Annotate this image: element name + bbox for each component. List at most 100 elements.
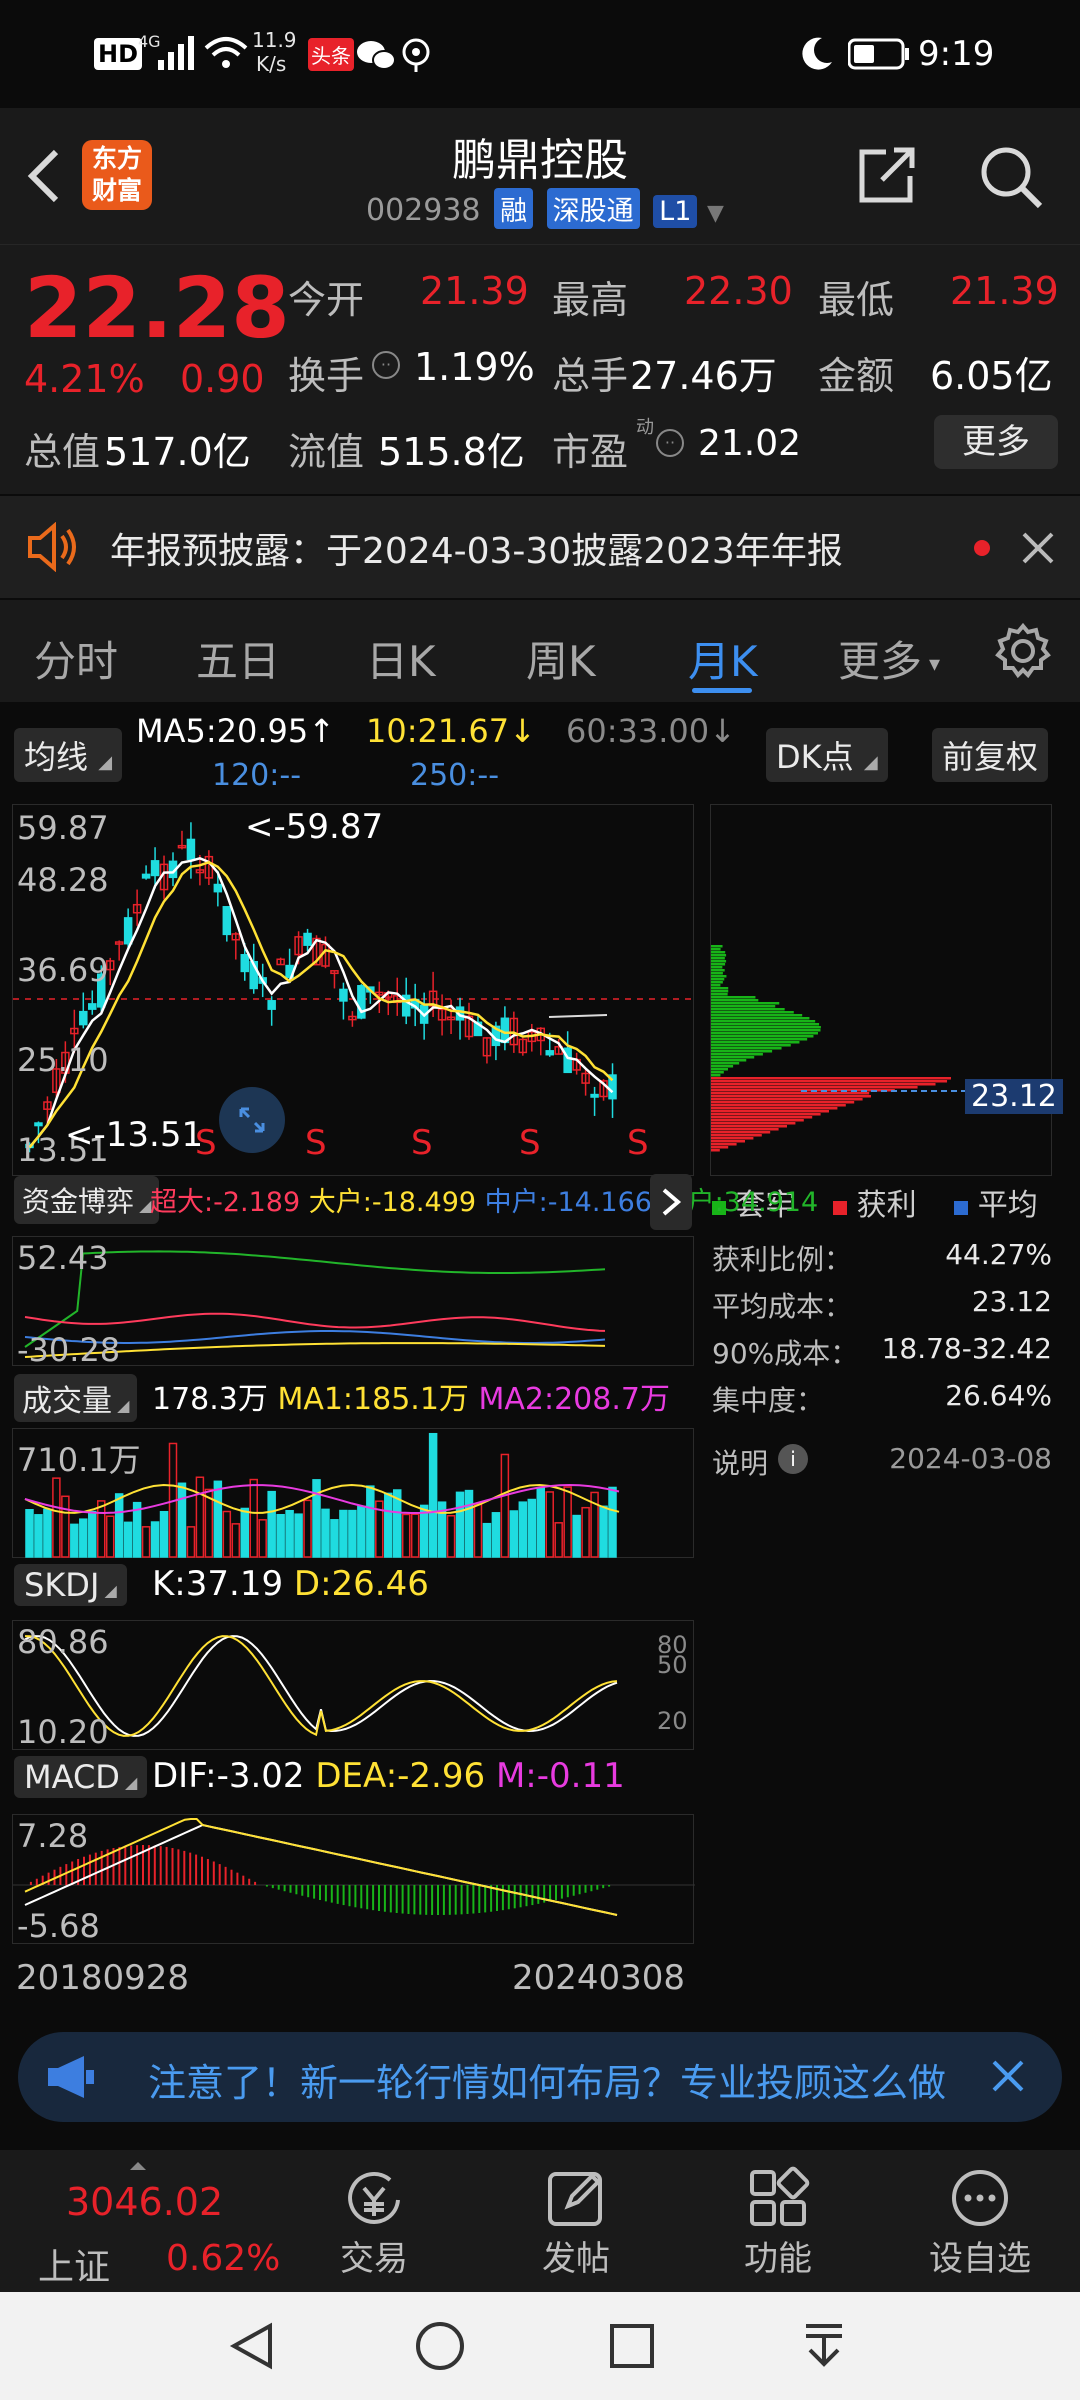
- signal-icon: [158, 36, 194, 70]
- macd-button[interactable]: MACD ◢: [14, 1756, 148, 1798]
- sell-marker: S: [627, 1123, 649, 1163]
- volume-bar: [536, 1486, 546, 1558]
- speaker-icon: [28, 522, 76, 572]
- sell-marker: S: [305, 1123, 327, 1163]
- volume-bar: [88, 1510, 97, 1558]
- tab-monthly[interactable]: 月K: [688, 628, 758, 689]
- macd-panel[interactable]: 7.28 -5.68: [12, 1814, 695, 1945]
- fund-panel[interactable]: 52.43 -30.28: [12, 1236, 694, 1369]
- volume-bar: [321, 1508, 330, 1558]
- pe-value: 21.02: [698, 423, 802, 464]
- volume-bar: [428, 1432, 438, 1558]
- kline-axis-top: 59.87: [17, 809, 109, 847]
- chip-bar: [711, 1140, 745, 1143]
- chevron-down-icon[interactable]: ▼: [707, 201, 724, 226]
- volume-button[interactable]: 成交量 ◢: [14, 1374, 138, 1422]
- chip-bar: [711, 1047, 782, 1050]
- low-label: 最低: [818, 278, 895, 322]
- chip-bar: [711, 1053, 763, 1056]
- chip-bar: [711, 1044, 791, 1047]
- chip-bar: [711, 1083, 936, 1086]
- expand-button[interactable]: [219, 1087, 285, 1153]
- nav-trade[interactable]: 交易: [294, 2150, 454, 2292]
- chip-bar: [711, 1122, 796, 1125]
- macd-chart: [13, 1818, 695, 1916]
- tab-daily[interactable]: 日K: [366, 628, 436, 689]
- tab-more[interactable]: 更多 ▾: [838, 628, 940, 689]
- tab-minute[interactable]: 分时: [34, 628, 118, 689]
- sell-marker: S: [519, 1123, 541, 1163]
- tab-five-day[interactable]: 五日: [196, 628, 280, 689]
- badge-level: L1: [653, 195, 698, 228]
- chip-bar: [711, 1071, 724, 1074]
- info-icon[interactable]: i: [778, 1444, 808, 1474]
- volume-bar: [34, 1514, 43, 1558]
- volume-bar: [141, 1526, 151, 1558]
- next-indicator-button[interactable]: [650, 1174, 692, 1230]
- volume-bar: [500, 1453, 510, 1558]
- search-icon[interactable]: [978, 144, 1044, 210]
- home-circle-icon[interactable]: [412, 2318, 468, 2374]
- chip-bar: [711, 1149, 720, 1152]
- nav-post[interactable]: 发帖: [496, 2150, 656, 2292]
- ma10-label: 10:21.67↓: [366, 712, 536, 750]
- candle-body: [303, 932, 312, 946]
- close-icon[interactable]: [1018, 528, 1058, 568]
- adjust-button[interactable]: 前复权: [932, 728, 1049, 782]
- settings-gear-icon[interactable]: [994, 622, 1052, 680]
- toutiao-icon: 头条: [308, 38, 354, 71]
- chip-note-label: 说明: [712, 1447, 769, 1480]
- dk-button[interactable]: DK点 ◢: [766, 728, 888, 782]
- volume-value: 178.3万: [152, 1382, 268, 1417]
- wechat-icon: [357, 41, 396, 70]
- download-icon[interactable]: [796, 2316, 852, 2372]
- chip-bar: [711, 978, 725, 981]
- volume-bar: [410, 1513, 420, 1558]
- ma-button[interactable]: 均线 ◢: [14, 728, 123, 782]
- volume-bar: [213, 1480, 223, 1558]
- float-value: 515.8亿: [378, 430, 525, 474]
- chip-bar: [711, 990, 729, 993]
- chip-distribution-panel[interactable]: 23.12: [710, 804, 1063, 1176]
- chip-bar: [711, 1011, 794, 1014]
- index-ticker[interactable]: 3046.02 上证 0.62%: [0, 2150, 290, 2292]
- volume-bar: [52, 1477, 61, 1558]
- caret-up-icon: [130, 2162, 146, 2170]
- candle-body: [222, 906, 232, 936]
- volume-bar: [572, 1514, 581, 1558]
- volume-panel[interactable]: 710.1万: [12, 1428, 694, 1558]
- tab-weekly[interactable]: 周K: [526, 628, 596, 689]
- kline-panel[interactable]: 59.87 48.28 36.69 25.10 13.51 <-59.87 <-…: [12, 804, 695, 1176]
- candle-body: [141, 873, 151, 879]
- kline-axis-4: 25.10: [17, 1041, 109, 1079]
- chip-note-date: 2024-03-08: [889, 1442, 1052, 1475]
- notice-bar[interactable]: 年报预披露：于2024-03-30披露2023年年报: [0, 494, 1080, 598]
- chip-bar: [711, 993, 728, 996]
- chip-note-row[interactable]: 说明 i 2024-03-08: [712, 1442, 1052, 1502]
- pe-info-icon[interactable]: ··: [656, 429, 684, 457]
- volume-bar: [294, 1513, 303, 1558]
- date-start: 20180928: [16, 1958, 190, 1998]
- nav-functions[interactable]: 功能: [698, 2150, 858, 2292]
- fund-button[interactable]: 资金博弈 ◢: [14, 1176, 160, 1224]
- back-triangle-icon[interactable]: [226, 2320, 278, 2372]
- more-button[interactable]: 更多: [934, 415, 1058, 469]
- open-label: 今开: [288, 278, 365, 322]
- chip-bar: [711, 1098, 863, 1101]
- promo-banner[interactable]: 注意了！新一轮行情如何布局？专业投顾这么做: [18, 2032, 1062, 2122]
- nav-add-watchlist[interactable]: 设自选: [900, 2150, 1060, 2292]
- volume-bar: [464, 1489, 474, 1558]
- close-icon[interactable]: [988, 2056, 1028, 2096]
- chip-stat-row: 90%成本： 18.78-32.42: [712, 1332, 1052, 1370]
- volume-bar: [285, 1509, 294, 1558]
- info-icon[interactable]: ··: [372, 351, 400, 379]
- chip-bar: [711, 996, 756, 999]
- share-icon[interactable]: [856, 144, 918, 206]
- skdj-button[interactable]: SKDJ ◢: [14, 1564, 127, 1606]
- ma5-line: [28, 856, 614, 1149]
- recents-square-icon[interactable]: [606, 2320, 658, 2372]
- legend-swatch-profit: [833, 1201, 848, 1215]
- skdj-level-50: 50: [657, 1651, 688, 1679]
- chip-bar: [711, 948, 721, 951]
- skdj-panel[interactable]: 80.86 10.20 80 50 20: [12, 1620, 694, 1751]
